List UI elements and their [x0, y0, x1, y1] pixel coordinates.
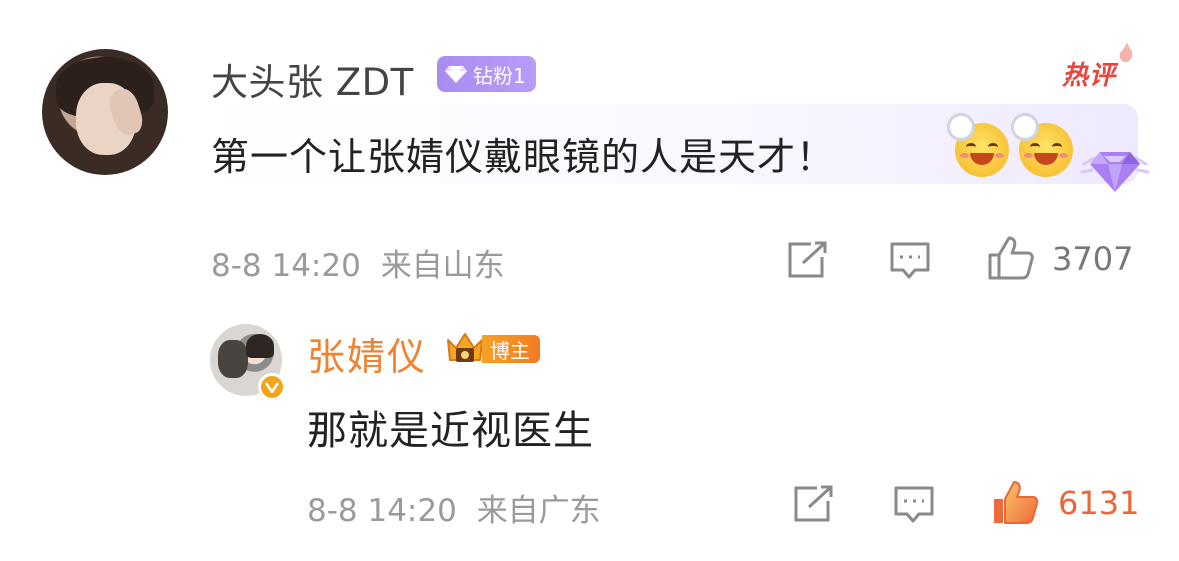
reply-like-count: 6131	[1058, 484, 1140, 522]
like-icon[interactable]	[987, 235, 1035, 281]
commenter-avatar[interactable]	[42, 49, 168, 175]
commenter-username[interactable]: 大头张 ZDT	[211, 52, 414, 106]
crown-icon	[447, 333, 483, 362]
comment-text: 第一个让张婧仪戴眼镜的人是天才！	[211, 135, 836, 179]
diamond-decoration-icon	[1080, 152, 1150, 192]
reply-text: 那就是近视医生	[307, 408, 594, 454]
comment-like-count: 3707	[1052, 240, 1134, 278]
flame-icon	[1119, 42, 1133, 63]
like-icon-active[interactable]	[992, 479, 1040, 525]
badge-label: 钻粉1	[473, 63, 526, 88]
blogger-badge[interactable]: 博主	[444, 330, 540, 368]
diamond-icon	[445, 66, 467, 83]
comment-icon[interactable]	[893, 485, 935, 525]
smile-sweat-emoji	[1011, 113, 1073, 177]
comment-time: 8-8 14:20	[211, 248, 361, 284]
reply-meta: 8-8 14:20 来自广东	[307, 485, 601, 530]
hot-comment-label: 热评	[1062, 61, 1117, 91]
reply-username[interactable]: 张婧仪	[307, 326, 427, 381]
reply-time: 8-8 14:20	[307, 493, 457, 529]
verified-icon	[258, 373, 286, 401]
diamond-fan-badge[interactable]: 钻粉1	[437, 56, 536, 92]
badge-label: 博主	[482, 335, 540, 363]
comment-meta: 8-8 14:20 来自山东	[211, 240, 505, 285]
smile-sweat-emoji	[947, 113, 1009, 177]
comment-location: 来自山东	[380, 248, 505, 284]
share-icon[interactable]	[793, 485, 835, 523]
share-icon[interactable]	[787, 241, 829, 279]
reply-location: 来自广东	[476, 493, 601, 529]
comment-icon[interactable]	[889, 241, 931, 281]
